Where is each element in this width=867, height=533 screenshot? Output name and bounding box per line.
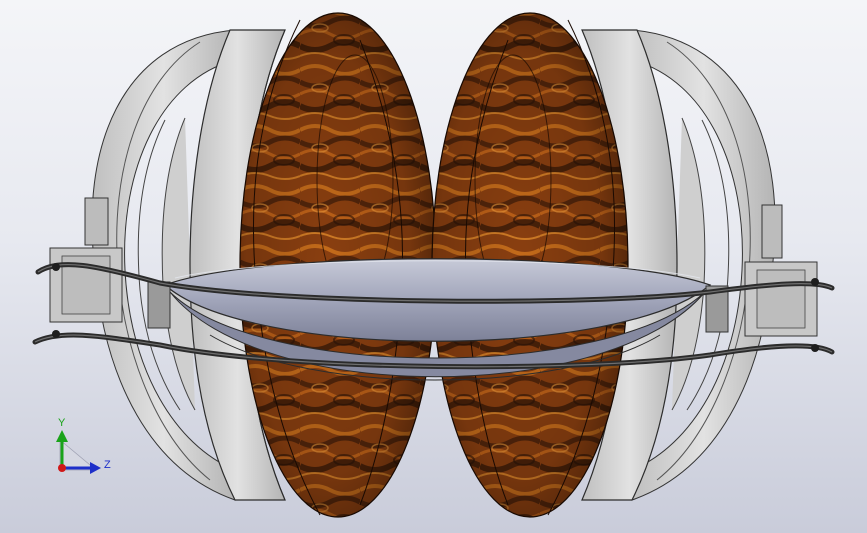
- graphics-viewport[interactable]: Y Z: [0, 0, 867, 533]
- right-bracket: [705, 204, 818, 337]
- z-axis-label: Z: [104, 459, 111, 471]
- coordinate-triad: [56, 430, 101, 474]
- headphones-model[interactable]: Y Z: [0, 0, 867, 533]
- y-axis-label: Y: [58, 417, 66, 429]
